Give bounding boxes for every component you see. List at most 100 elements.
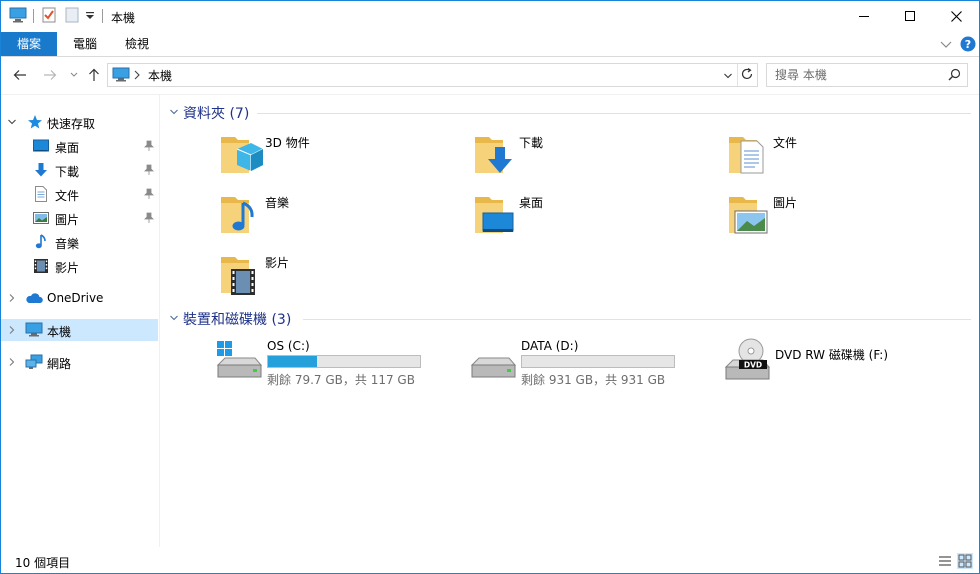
capacity-bar-fill	[268, 356, 317, 367]
group-divider	[257, 113, 971, 114]
back-button[interactable]	[11, 66, 29, 84]
svg-text:DVD: DVD	[744, 361, 762, 370]
drives-group-header[interactable]: 裝置和磁碟機 (3)	[165, 307, 973, 329]
this-pc-icon	[112, 67, 130, 85]
nav-this-pc[interactable]: 本機	[1, 319, 158, 341]
address-row: 本機	[1, 57, 979, 95]
navigation-pane: 快速存取 桌面 下載 文件 圖片 音樂 影片 OneDrive 本機 網路	[1, 95, 160, 547]
address-bar[interactable]: 本機	[107, 63, 758, 87]
details-view-icon[interactable]	[937, 553, 953, 569]
tab-computer[interactable]: 電腦	[63, 32, 107, 56]
svg-text:?: ?	[965, 38, 971, 51]
collapsed-chevron-icon[interactable]	[7, 292, 17, 304]
nav-label: 音樂	[55, 237, 80, 251]
tab-file[interactable]: 檔案	[1, 32, 57, 56]
nav-label: 本機	[47, 325, 72, 339]
download-arrow-icon	[33, 162, 49, 178]
folder-item-downloads[interactable]: 下載	[473, 131, 713, 187]
help-icon[interactable]: ?	[960, 36, 976, 55]
desktop-icon	[33, 138, 49, 154]
close-button[interactable]	[933, 1, 979, 31]
breadcrumb-separator-icon[interactable]	[134, 69, 140, 83]
pin-icon[interactable]	[144, 212, 154, 224]
nav-documents[interactable]: 文件	[1, 183, 158, 205]
this-pc-icon	[25, 322, 43, 338]
drives-group-title: 裝置和磁碟機 (3)	[183, 312, 292, 328]
collapse-group-chevron-icon[interactable]	[169, 106, 179, 120]
film-strip-icon	[33, 258, 49, 274]
customize-toolbar-chevron-icon[interactable]	[85, 10, 95, 24]
pin-icon[interactable]	[144, 188, 154, 200]
nav-pictures[interactable]: 圖片	[1, 207, 158, 229]
title-separator	[33, 9, 34, 23]
folder-item-videos[interactable]: 影片	[219, 251, 459, 307]
title-bar: 本機	[1, 1, 979, 31]
drive-free-space: 剩餘 931 GB，共 931 GB	[521, 373, 666, 387]
folder-item-music[interactable]: 音樂	[219, 191, 459, 247]
drive-item-f[interactable]: DVD DVD RW 磁碟機 (F:)	[723, 337, 973, 387]
collapse-group-chevron-icon[interactable]	[169, 312, 179, 326]
documents-folder-icon	[727, 131, 775, 179]
up-button[interactable]	[85, 66, 103, 84]
star-icon	[27, 114, 43, 130]
folder-name: 桌面	[519, 196, 544, 210]
expanded-chevron-icon[interactable]	[7, 116, 17, 128]
dvd-drive-icon: DVD	[723, 337, 771, 383]
collapsed-chevron-icon[interactable]	[7, 324, 17, 336]
search-icon[interactable]	[948, 68, 961, 84]
folder-name: 圖片	[773, 196, 798, 210]
folder-item-desktop[interactable]: 桌面	[473, 191, 713, 247]
nav-music[interactable]: 音樂	[1, 231, 158, 253]
folder-item-documents[interactable]: 文件	[727, 131, 967, 187]
collapsed-chevron-icon[interactable]	[7, 356, 17, 368]
address-separator	[737, 64, 738, 86]
capacity-bar	[521, 355, 675, 368]
properties-icon[interactable]	[41, 7, 57, 26]
nav-videos[interactable]: 影片	[1, 255, 158, 277]
address-dropdown-chevron-icon[interactable]	[723, 70, 733, 84]
refresh-icon[interactable]	[740, 67, 754, 84]
folder-name: 影片	[265, 256, 290, 270]
expand-ribbon-chevron-icon[interactable]	[940, 39, 952, 53]
folders-group-header[interactable]: 資料夾 (7)	[165, 101, 973, 123]
tab-view[interactable]: 檢視	[115, 32, 159, 56]
title-separator	[102, 9, 103, 23]
document-icon	[33, 186, 49, 202]
pin-icon[interactable]	[144, 164, 154, 176]
nav-desktop[interactable]: 桌面	[1, 135, 158, 157]
pin-icon[interactable]	[144, 140, 154, 152]
hard-drive-icon	[469, 337, 517, 383]
nav-downloads[interactable]: 下載	[1, 159, 158, 181]
recent-locations-chevron-icon[interactable]	[65, 66, 83, 84]
drive-item-c[interactable]: OS (C:) 剩餘 79.7 GB，共 117 GB	[215, 337, 465, 387]
folder-item-pictures[interactable]: 圖片	[727, 191, 967, 247]
minimize-button[interactable]	[841, 1, 887, 31]
nav-label: 下載	[55, 165, 80, 179]
network-icon	[25, 354, 43, 370]
status-bar: 10 個項目	[1, 549, 979, 573]
nav-label: 快速存取	[47, 117, 96, 131]
new-folder-icon[interactable]	[65, 7, 79, 26]
folder-item-3d-objects[interactable]: 3D 物件	[219, 131, 459, 187]
group-divider	[303, 319, 971, 320]
folder-name: 3D 物件	[265, 136, 310, 150]
this-pc-icon[interactable]	[9, 7, 27, 26]
forward-button[interactable]	[41, 66, 59, 84]
nav-label: 桌面	[55, 141, 80, 155]
nav-label: 文件	[55, 189, 80, 203]
drive-item-d[interactable]: DATA (D:) 剩餘 931 GB，共 931 GB	[469, 337, 719, 387]
nav-onedrive[interactable]: OneDrive	[1, 287, 158, 309]
nav-quick-access[interactable]: 快速存取	[1, 111, 158, 133]
ribbon-tabs: 檔案 電腦 檢視 ?	[1, 32, 979, 57]
large-icons-view-icon[interactable]	[957, 553, 973, 569]
folder-name: 文件	[773, 136, 798, 150]
folders-group-title: 資料夾 (7)	[183, 106, 250, 122]
search-input[interactable]	[773, 66, 937, 84]
drive-free-space: 剩餘 79.7 GB，共 117 GB	[267, 373, 415, 387]
music-folder-icon	[219, 191, 267, 239]
search-box	[766, 63, 968, 87]
nav-network[interactable]: 網路	[1, 351, 158, 373]
maximize-button[interactable]	[887, 1, 933, 31]
nav-label: 影片	[55, 261, 80, 275]
breadcrumb-this-pc[interactable]: 本機	[148, 67, 172, 84]
